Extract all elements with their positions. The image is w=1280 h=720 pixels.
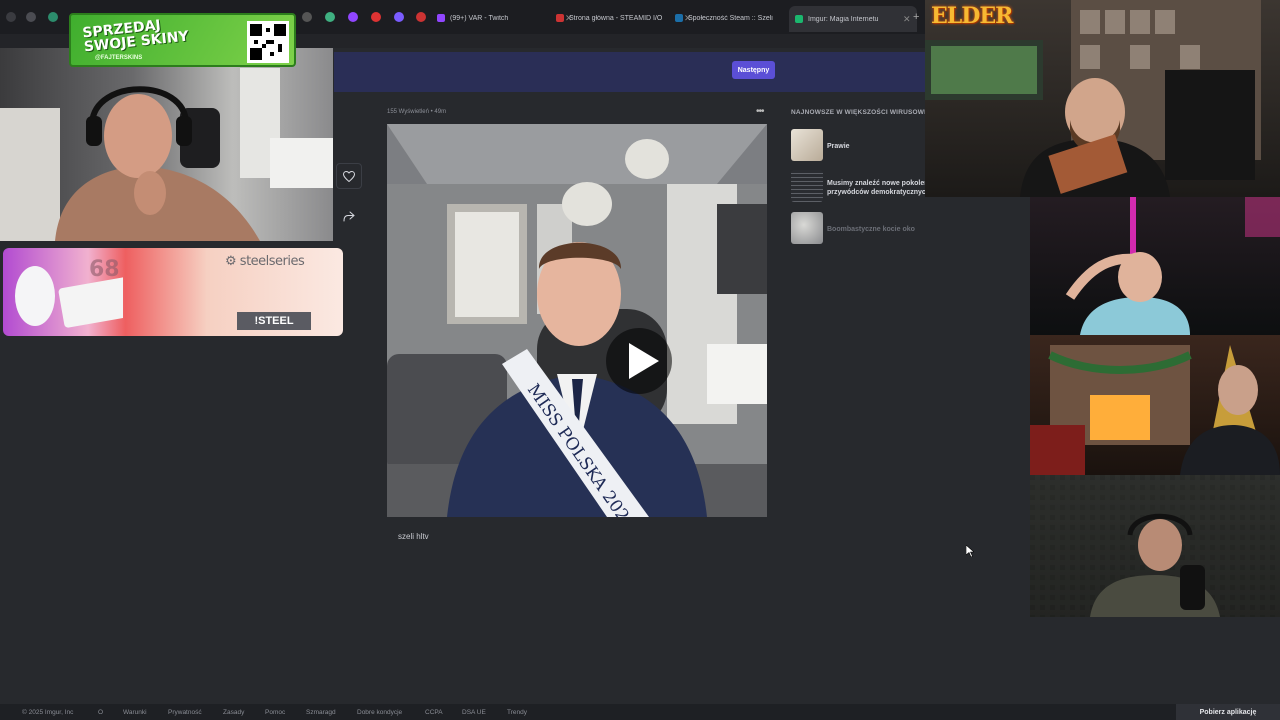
viral-list-item[interactable]: Boombastyczne kocie oko bbox=[791, 212, 929, 244]
post-meta: 155 Wyświetleń • 49m bbox=[387, 109, 447, 115]
imgur-icon bbox=[795, 15, 803, 23]
like-button[interactable] bbox=[336, 163, 362, 189]
tab-label: Imgur: Magia Internetu bbox=[808, 15, 879, 23]
new-tab-button[interactable]: + bbox=[913, 11, 919, 23]
viral-thumbnail bbox=[791, 170, 823, 202]
viral-item-title-line: przywódców demokratycznych bbox=[827, 189, 929, 196]
promo-handle: @FAJTERSKINS bbox=[95, 55, 143, 61]
viral-item-title: Prawie bbox=[827, 143, 850, 150]
steam-icon bbox=[675, 14, 683, 22]
cohost-webcam: ELDER bbox=[925, 0, 1280, 197]
viral-section-title: NAJNOWSZE W WIĘKSZOŚCI WIRUSOWE bbox=[791, 109, 929, 116]
promo-headline: SPRZEDAJ SWOJE SKINY bbox=[82, 16, 190, 55]
steelseries-banner: 68 ⚙ steelseries !STEEL bbox=[3, 248, 343, 336]
pinned-tab-icon[interactable] bbox=[371, 12, 381, 22]
streamer-webcam bbox=[0, 48, 333, 241]
footer-link-terms[interactable]: Warunki bbox=[123, 709, 147, 716]
share-arrow-icon bbox=[343, 211, 355, 221]
close-icon[interactable]: ✕ bbox=[903, 14, 911, 25]
post-description: szeli hltv bbox=[398, 532, 429, 541]
heart-icon bbox=[343, 170, 355, 182]
steelseries-logo: ⚙ steelseries bbox=[225, 254, 305, 269]
pinned-tab-icon[interactable] bbox=[348, 12, 358, 22]
tab-label: Społeczność Steam :: Szeli bbox=[688, 14, 773, 22]
steel-command: !STEEL bbox=[237, 312, 311, 330]
tab-menu-icon[interactable] bbox=[6, 12, 16, 22]
tab-label: Strona główna - STEAMID I/O bbox=[569, 14, 663, 22]
brand-name: steelseries bbox=[239, 254, 305, 269]
pinned-tab-icon[interactable] bbox=[302, 12, 312, 22]
viral-item-title-line: Musimy znaleźć nowe pokolen bbox=[827, 180, 929, 187]
pinned-tab-icon[interactable] bbox=[48, 12, 58, 22]
twitch-icon bbox=[437, 14, 445, 22]
post-menu-icon[interactable]: ••• bbox=[756, 106, 764, 117]
footer-link-privacy[interactable]: Prywatność bbox=[168, 709, 202, 716]
tab-steamid[interactable]: Strona główna - STEAMID I/O ✕ bbox=[556, 8, 692, 28]
play-icon[interactable] bbox=[605, 327, 673, 395]
elder-logo: ELDER bbox=[931, 3, 1013, 29]
share-button[interactable] bbox=[336, 203, 362, 229]
footer-copyright: © 2025 Imgur, Inc bbox=[22, 709, 74, 716]
webcam-feed bbox=[925, 0, 1261, 197]
imgur-header bbox=[334, 52, 925, 92]
viral-list-item[interactable]: Prawie bbox=[791, 129, 929, 161]
footer-link-rules[interactable]: Zasady bbox=[223, 709, 244, 716]
viral-item-title: Boombastyczne kocie oko bbox=[827, 226, 915, 233]
guest-webcam bbox=[1030, 475, 1280, 617]
footer-link-emerald[interactable]: Szmaragd bbox=[306, 709, 336, 716]
viral-list-item[interactable]: Musimy znaleźć nowe pokolen przywódców d… bbox=[791, 170, 929, 202]
guest-webcam bbox=[1030, 335, 1280, 475]
next-post-button[interactable]: Następny bbox=[732, 61, 775, 79]
footer-link-trends[interactable]: Trendy bbox=[507, 709, 527, 716]
keyboard-image: 68 bbox=[15, 257, 134, 328]
tab-label: (99+) VAR - Twitch bbox=[450, 14, 509, 22]
keyboard-model: 68 bbox=[89, 257, 120, 282]
pinned-tab-icon[interactable] bbox=[325, 12, 335, 22]
viral-thumbnail bbox=[791, 212, 823, 244]
webcam-feed bbox=[1030, 475, 1280, 617]
viral-item-title: Musimy znaleźć nowe pokolen przywódców d… bbox=[827, 179, 929, 197]
mouse-cursor-icon bbox=[966, 545, 974, 557]
footer-link-dsa[interactable]: DSA UE bbox=[462, 709, 486, 716]
get-app-button[interactable]: Pobierz aplikację bbox=[1176, 704, 1280, 720]
footer-link-ccpa[interactable]: CCPA bbox=[425, 709, 443, 716]
footer-link-help[interactable]: Pomoc bbox=[265, 709, 285, 716]
pinned-tab-icon[interactable] bbox=[416, 12, 426, 22]
pinned-tab-icon[interactable] bbox=[26, 12, 36, 22]
skins-promo-banner: SPRZEDAJ SWOJE SKINY @FAJTERSKINS bbox=[69, 13, 296, 67]
tab-twitch[interactable]: (99+) VAR - Twitch ✕ bbox=[437, 8, 573, 28]
qr-code-icon bbox=[247, 21, 289, 63]
viral-thumbnail bbox=[791, 129, 823, 161]
footer-link-about[interactable]: O bbox=[98, 709, 103, 716]
steamid-icon bbox=[556, 14, 564, 22]
webcam-feed bbox=[1065, 197, 1280, 335]
imgur-footer: © 2025 Imgur, Inc O Warunki Prywatność Z… bbox=[0, 704, 1280, 720]
guest-webcam bbox=[1030, 197, 1280, 335]
video-thumbnail: MISS POLSKA 202 bbox=[387, 124, 767, 517]
video-player[interactable]: MISS POLSKA 202 bbox=[387, 124, 767, 517]
tab-imgur[interactable]: Imgur: Magia Internetu ✕ bbox=[789, 6, 917, 32]
pinned-tab-icon[interactable] bbox=[394, 12, 404, 22]
footer-link-good-condition[interactable]: Dobre kondycje bbox=[357, 709, 402, 716]
webcam-feed bbox=[1030, 345, 1280, 475]
webcam-feed bbox=[0, 68, 333, 241]
